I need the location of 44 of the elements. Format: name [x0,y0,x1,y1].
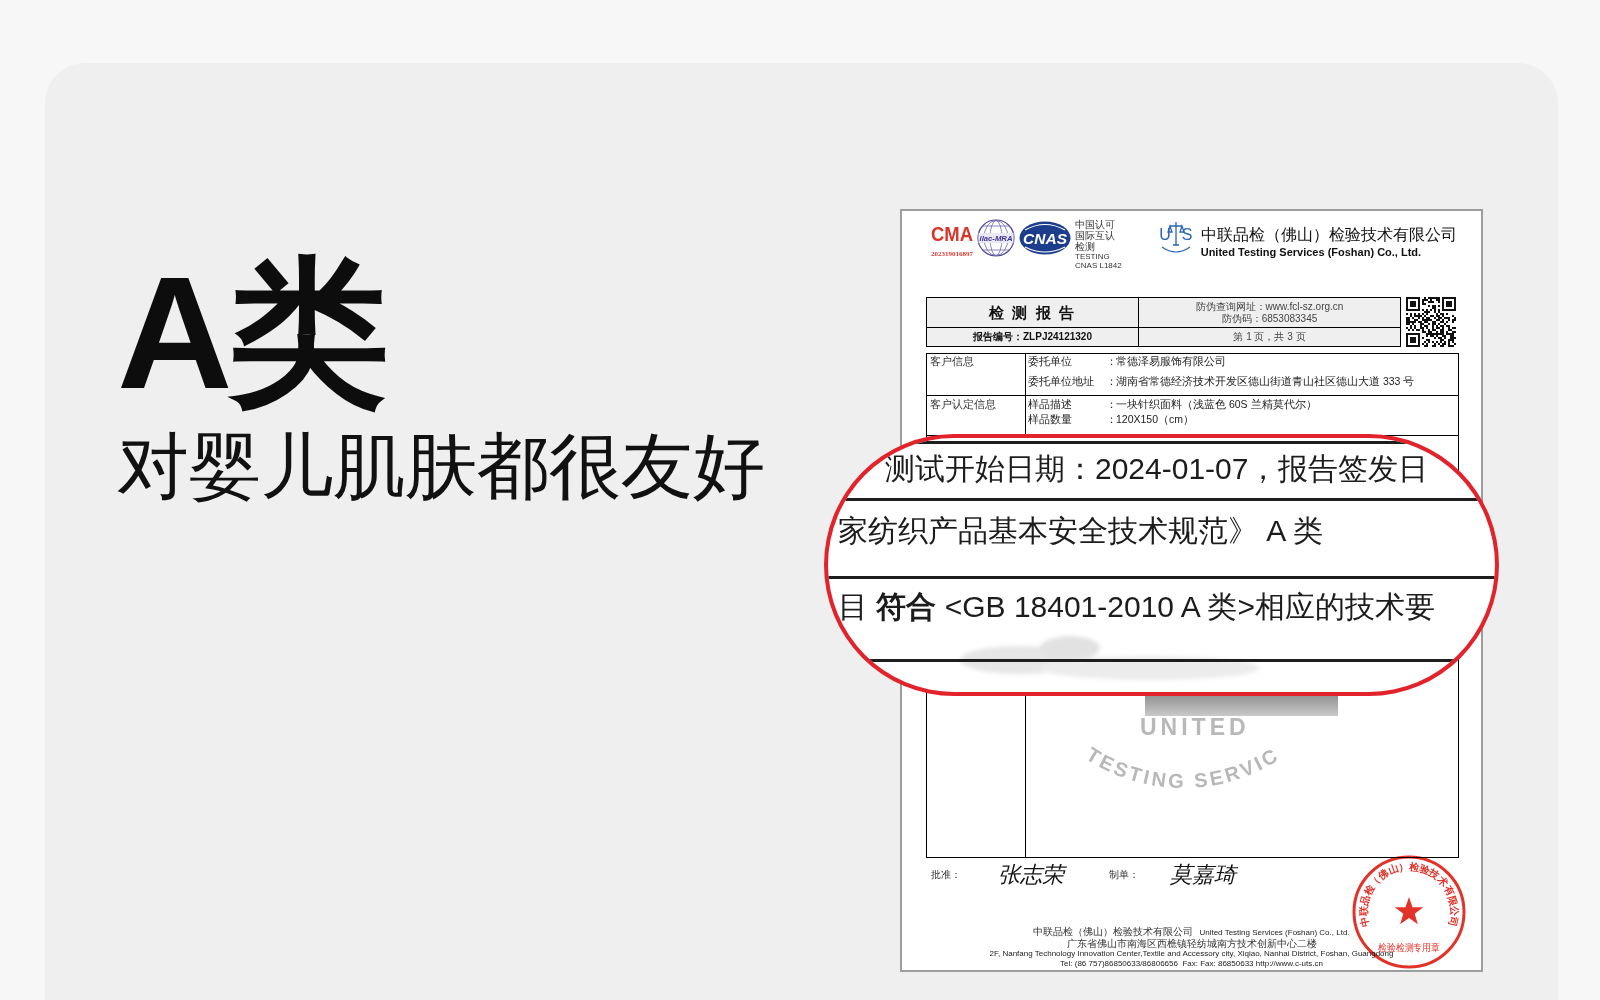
qr-code [1406,297,1456,347]
cnas-logo: CNAS [1019,221,1071,255]
footer-text: Tel: (86 757)86850633/86806656 Fax: Fax: 86850633 http://www.c-uts.cn [1060,959,1323,969]
report-number: 报告编号：ZLPJ24121320 [973,331,1092,343]
field-label: 委托单位 [1028,354,1072,368]
field-colon: ： [1106,354,1117,368]
accreditation-note: 检测 [1075,241,1095,252]
field-value: 湖南省常德经济技术开发区德山街道青山社区德山大道 333 号 [1116,374,1415,388]
zoomed-report-text: 测试开始日期：2024-01-07，报告签发日 [885,454,1429,484]
field-label: 样品数量 [1028,412,1072,426]
accreditation-note: TESTING [1075,252,1110,261]
ilac-mra-logo: ilac-MRA [977,219,1015,257]
accreditation-note: 中国认可 [1075,219,1115,230]
signature: 莫嘉琦 [1170,862,1236,888]
subheadline: 对婴儿肌肤都很友好 [117,430,765,502]
accreditation-note: CNAS L1842 [1075,261,1122,270]
signature-label: 批准： [931,869,961,881]
zoomed-report-text: 家纺织产品基本安全技术规范》 A 类 [838,516,1324,546]
accreditation-note: 国际互认 [1075,230,1115,241]
page-number: 第 1 页，共 3 页 [1233,331,1306,343]
section-label: 客户信息 [930,354,974,368]
company-name-english: United Testing Services (Foshan) Co., Ltd. [1200,246,1422,259]
footer-text: 中联品检（佛山）检验技术有限公司 [1033,926,1194,937]
field-label: 样品描述 [1028,397,1072,411]
field-colon: ： [1106,397,1117,411]
footer-text: United Testing Services (Foshan) Co., Ltd. [1199,928,1350,938]
field-value: 120X150（cm） [1116,412,1195,426]
section-label: 客户认定信息 [930,397,996,411]
signature-label: 制单： [1109,869,1139,881]
field-colon: ： [1106,374,1117,388]
verification-url: 防伪查询网址：www.fcl-sz.org.cn [1195,300,1344,313]
field-value: 一块针织面料（浅蓝色 60S 兰精莫代尔） [1116,397,1317,411]
footer-text: 广东省佛山市南海区西樵镇轻纺城南方技术创新中心二楼 [1066,938,1317,949]
verification-code: 防伪码：6853083345 [1221,312,1318,325]
report-title: 检 测 报 告 [989,303,1076,322]
uts-logo: U S [1157,219,1194,257]
field-colon: ： [1106,412,1117,426]
zoomed-report-text: 目 符合 <GB 18401-2010 A 类>相应的技术要 [838,592,1435,622]
cma-logo: CMA [929,219,975,249]
field-value: 常德泽易服饰有限公司 [1116,354,1226,368]
headline: A类 [117,253,385,413]
field-label: 委托单位地址 [1028,374,1094,388]
company-name: 中联品检（佛山）检验技术有限公司 [1200,226,1457,244]
watermark-text: UNITED [1140,716,1250,739]
